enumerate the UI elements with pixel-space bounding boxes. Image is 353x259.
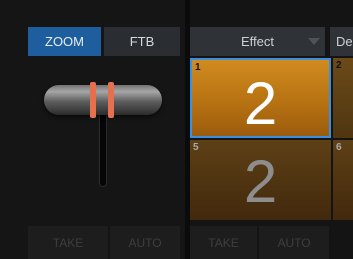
effect-cell-2[interactable]: 2 <box>333 58 353 138</box>
zoom-button[interactable]: ZOOM <box>28 27 101 56</box>
effect-dropdown[interactable]: Effect <box>190 27 325 56</box>
effect-auto-button[interactable]: AUTO <box>259 226 329 259</box>
auto-button[interactable]: AUTO <box>110 226 180 259</box>
cell-value: 2 <box>243 148 278 215</box>
tbar-handle[interactable] <box>44 85 162 115</box>
effect-cell-6[interactable]: 6 <box>333 140 353 220</box>
tbar-track <box>99 110 107 187</box>
chevron-down-icon <box>308 38 320 45</box>
cell-index: 1 <box>195 62 201 73</box>
next-effect-dropdown[interactable]: De <box>330 27 353 56</box>
cell-index: 6 <box>336 142 342 153</box>
effect-label: Effect <box>240 34 274 49</box>
tbar-marker <box>90 82 96 118</box>
effect-take-button[interactable]: TAKE <box>190 226 257 259</box>
cell-index: 2 <box>336 60 342 71</box>
take-button[interactable]: TAKE <box>28 226 108 259</box>
cell-value: 2 <box>243 70 278 137</box>
tbar-marker <box>108 82 114 118</box>
effect-cell-1[interactable]: 1 2 <box>190 58 331 138</box>
effect-cell-5[interactable]: 5 2 <box>190 140 331 220</box>
ftb-button[interactable]: FTB <box>104 27 180 56</box>
